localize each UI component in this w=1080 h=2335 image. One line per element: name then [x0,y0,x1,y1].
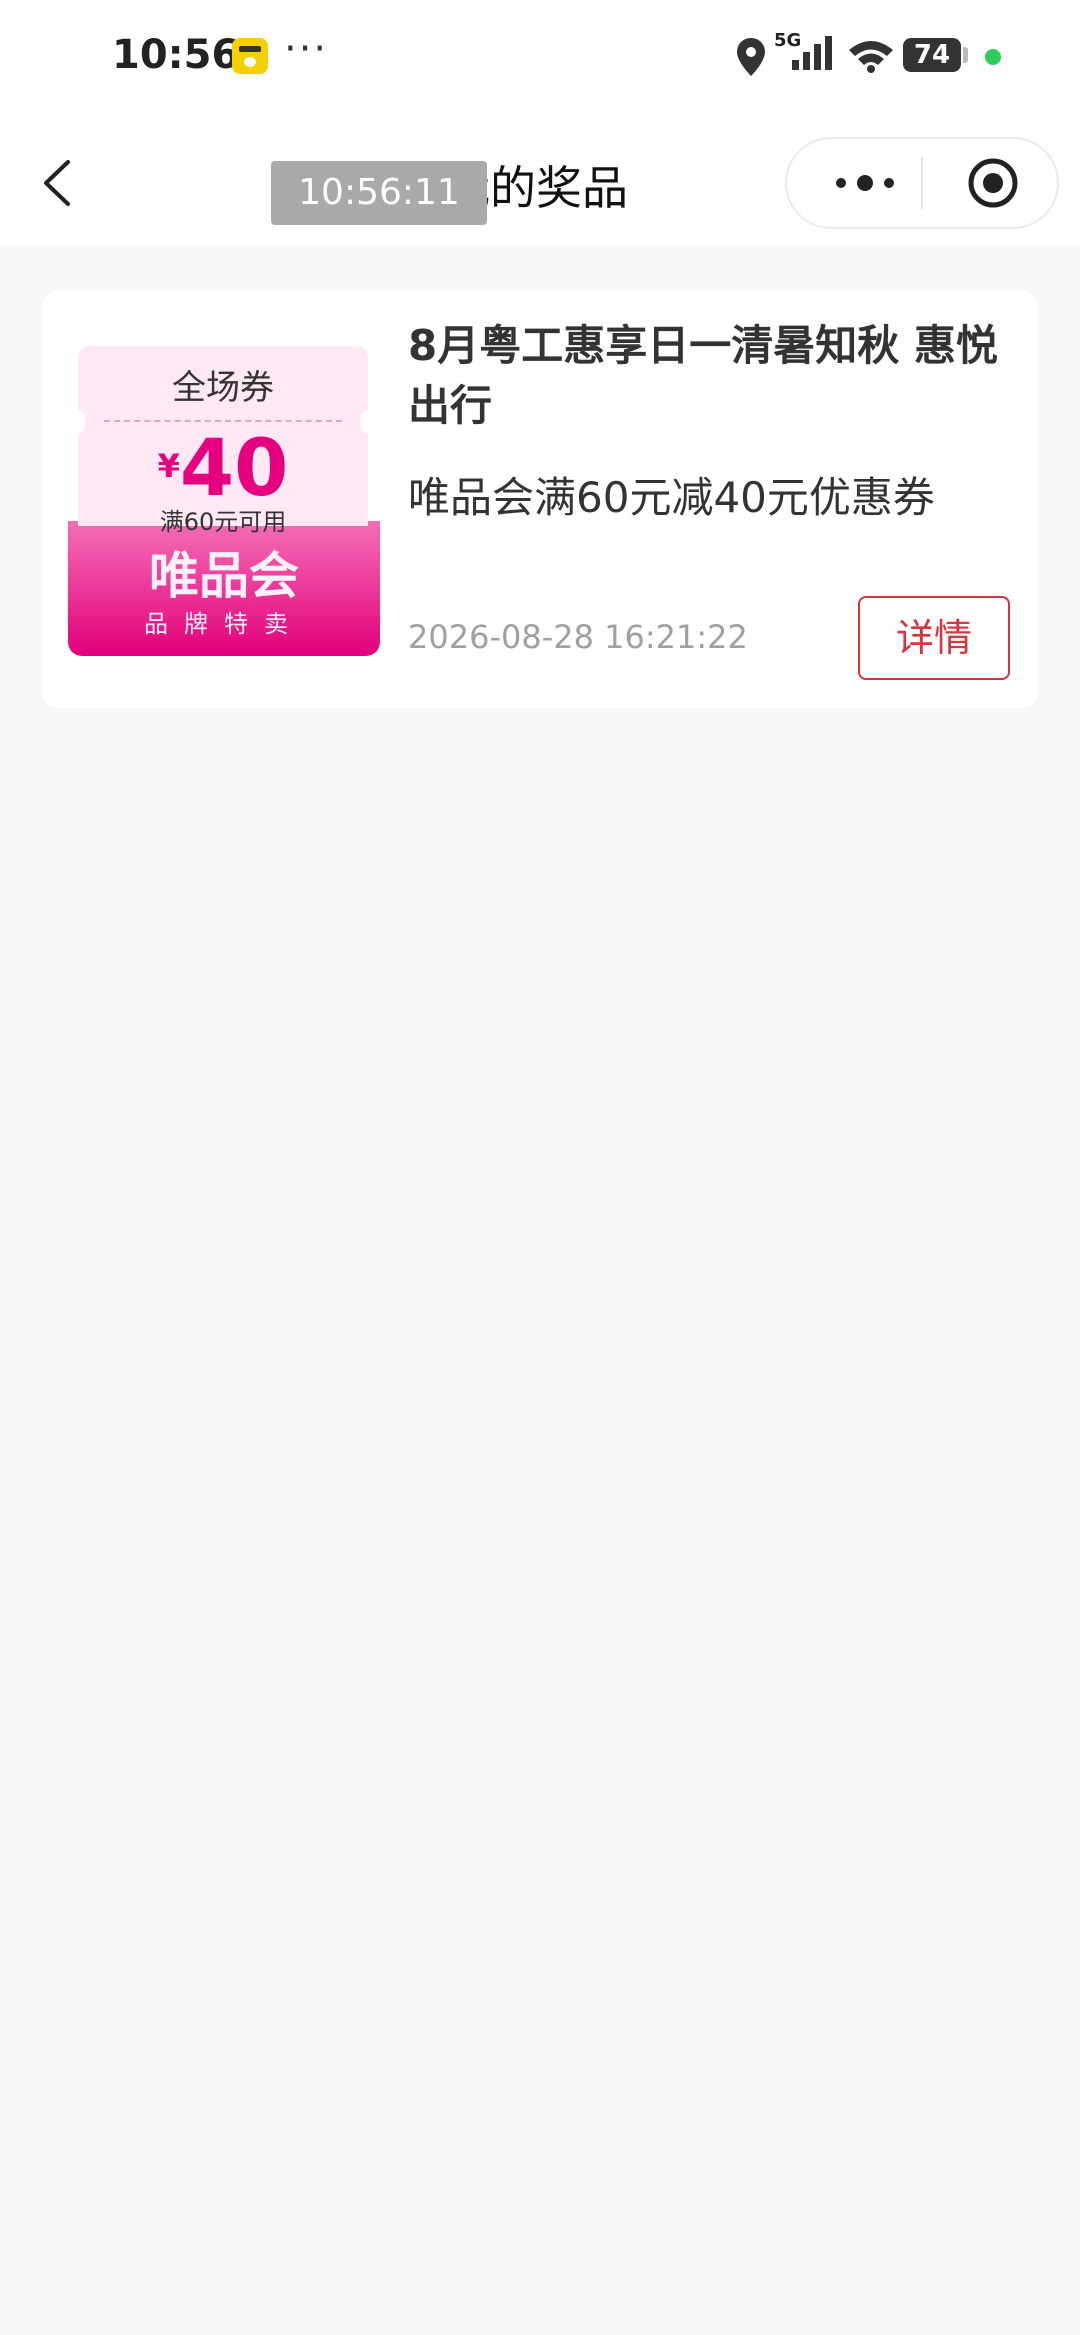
prize-date: 2026-08-28 16:21:22 [408,618,748,656]
coupon-type-label: 全场券 [172,368,274,408]
battery-tip [963,47,968,63]
privacy-indicator-dot [985,49,1001,65]
coupon-brand-slogan: 品牌特卖 [144,610,304,638]
coupon-divider [104,420,342,422]
prize-card: 全场券 ¥40 满60元可用 唯品会 品牌特卖 8月粤工惠享日一清暑知秋 惠悦出… [42,290,1038,708]
coupon-ticket: 全场券 ¥40 满60元可用 [70,346,376,536]
coupon-brand-name: 唯品会 [149,547,299,605]
coupon-value: 40 [179,424,289,514]
prize-description: 唯品会满60元减40元优惠券 [408,473,935,522]
close-mini-program-icon[interactable] [965,155,1021,211]
status-time: 10:56 [112,32,240,78]
prize-title: 8月粤工惠享日一清暑知秋 惠悦出行 [408,321,998,430]
coupon-currency: ¥ [157,447,180,485]
more-options-icon[interactable] [827,161,903,205]
app-notification-icon [232,38,268,74]
time-overlay-badge: 10:56:11 [271,161,487,225]
detail-button[interactable]: 详情 [858,596,1010,680]
status-more-indicator: ··· [284,26,329,72]
coupon-image: 全场券 ¥40 满60元可用 唯品会 品牌特卖 [68,346,380,656]
battery-icon: 74 [903,38,961,72]
back-arrow-icon[interactable] [36,150,80,216]
location-icon [737,38,765,76]
coupon-amount: ¥40 [78,424,368,514]
capsule-divider [921,157,923,209]
wifi-icon [849,41,893,73]
coupon-condition: 满60元可用 [159,508,287,536]
mini-program-capsule [785,137,1059,229]
cellular-signal-icon [792,36,832,70]
